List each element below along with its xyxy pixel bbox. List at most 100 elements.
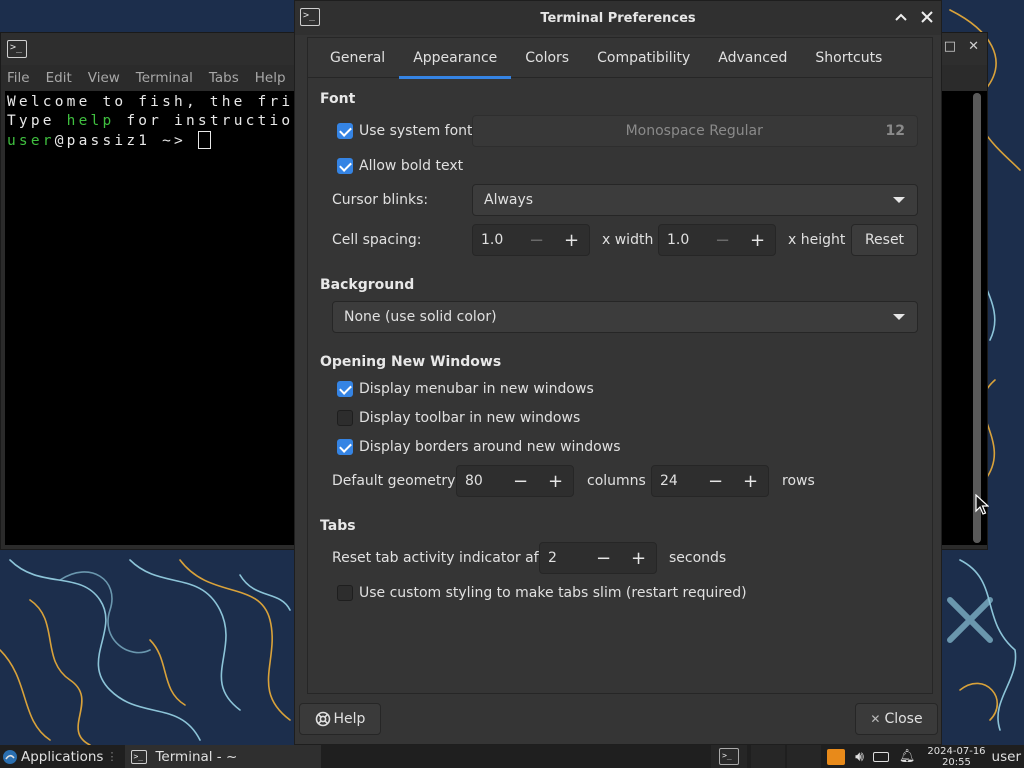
maximize-icon[interactable]: □ — [944, 39, 956, 54]
chevron-down-icon — [893, 314, 905, 320]
tab-shortcuts[interactable]: Shortcuts — [801, 38, 896, 78]
menubar-row[interactable]: Display menubar in new windows — [337, 381, 594, 397]
clock[interactable]: 2024-07-16 20:55 — [927, 746, 985, 768]
workspace-2[interactable] — [751, 745, 786, 768]
tabs-section-title: Tabs — [320, 518, 356, 534]
terminal-icon: >_ — [131, 749, 148, 764]
preferences-notebook: General Appearance Colors Compatibility … — [307, 37, 933, 694]
slim-tabs-row[interactable]: Use custom styling to make tabs slim (re… — [337, 585, 747, 601]
terminal-scrollbar[interactable] — [973, 93, 981, 543]
opening-section-title: Opening New Windows — [320, 354, 502, 370]
terminal-line-a: Type — [7, 113, 67, 129]
tab-general[interactable]: General — [316, 38, 399, 78]
minus-icon[interactable]: − — [586, 548, 621, 569]
toolbar-row[interactable]: Display toolbar in new windows — [337, 410, 580, 426]
tab-compatibility[interactable]: Compatibility — [583, 38, 704, 78]
toolbar-label: Display toolbar in new windows — [359, 410, 581, 426]
activity-timeout-value[interactable]: 2 — [540, 550, 586, 566]
slim-tabs-checkbox[interactable] — [337, 585, 353, 601]
chevron-down-icon — [893, 197, 905, 203]
terminal-line-c: for instructio — [114, 113, 294, 129]
minus-icon[interactable]: − — [705, 230, 740, 251]
menu-tabs[interactable]: Tabs — [209, 70, 239, 86]
dialog-titlebar[interactable]: >_ Terminal Preferences — [295, 1, 941, 35]
prompt-user: user — [7, 133, 55, 149]
borders-checkbox[interactable] — [337, 439, 353, 455]
close-x-icon: ✕ — [870, 712, 881, 726]
terminal-cursor — [197, 131, 211, 149]
minus-icon[interactable]: − — [698, 471, 733, 492]
reset-spacing-button[interactable]: Reset — [851, 224, 918, 256]
workspace-switcher[interactable]: >_ — [711, 745, 748, 768]
cell-height-spinner[interactable]: 1.0 − + — [658, 224, 776, 256]
menu-terminal[interactable]: Terminal — [136, 70, 193, 86]
background-value: None (use solid color) — [344, 309, 497, 325]
rows-value[interactable]: 24 — [652, 473, 698, 489]
font-section-title: Font — [320, 91, 356, 107]
plus-icon[interactable]: + — [740, 230, 775, 251]
update-notifier-icon[interactable] — [827, 748, 846, 765]
slim-tabs-label: Use custom styling to make tabs slim (re… — [359, 585, 747, 601]
columns-spinner[interactable]: 80 − + — [456, 465, 574, 497]
taskbar-terminal-task[interactable]: >_ Terminal - ~ — [125, 745, 322, 768]
minus-icon[interactable]: − — [503, 471, 538, 492]
volume-icon[interactable]: 🔊︎ — [855, 749, 864, 765]
columns-value[interactable]: 80 — [457, 473, 503, 489]
menubar-checkbox[interactable] — [337, 381, 353, 397]
allow-bold-row[interactable]: Allow bold text — [337, 158, 463, 174]
close-icon[interactable]: ✕ — [968, 39, 979, 54]
allow-bold-checkbox[interactable] — [337, 158, 353, 174]
borders-row[interactable]: Display borders around new windows — [337, 439, 621, 455]
font-size: 12 — [885, 123, 905, 139]
taskbar: Applications ⋮ >_ Terminal - ~ >_ 🔊︎ 🔔︎ … — [0, 745, 1024, 768]
rows-spinner[interactable]: 24 − + — [651, 465, 769, 497]
menubar-label: Display menubar in new windows — [359, 381, 594, 397]
chevron-up-icon[interactable] — [893, 7, 909, 27]
plus-icon[interactable]: + — [554, 230, 589, 251]
terminal-scrollbar-thumb[interactable] — [973, 93, 981, 543]
clock-time: 20:55 — [942, 756, 971, 768]
notification-bell-icon[interactable]: 🔔︎ — [899, 749, 916, 764]
help-button[interactable]: Help — [299, 703, 381, 735]
menu-help[interactable]: Help — [255, 70, 286, 86]
plus-icon[interactable]: + — [538, 471, 573, 492]
cell-width-value[interactable]: 1.0 — [473, 232, 519, 248]
menu-file[interactable]: File — [7, 70, 30, 86]
use-system-font-row[interactable]: Use system font — [337, 123, 473, 139]
tab-appearance[interactable]: Appearance — [399, 38, 512, 79]
minus-icon[interactable]: − — [519, 230, 554, 251]
battery-icon[interactable] — [872, 751, 889, 762]
menu-view[interactable]: View — [88, 70, 120, 86]
help-label: Help — [333, 711, 366, 727]
menu-edit[interactable]: Edit — [46, 70, 72, 86]
tab-colors[interactable]: Colors — [511, 38, 583, 78]
close-icon[interactable] — [919, 7, 935, 27]
cell-spacing-label: Cell spacing: — [332, 232, 422, 248]
reset-activity-label: Reset tab activity indicator after — [332, 550, 559, 566]
cell-height-value[interactable]: 1.0 — [659, 232, 705, 248]
allow-bold-label: Allow bold text — [359, 158, 464, 174]
tab-advanced[interactable]: Advanced — [704, 38, 801, 78]
cursor-blinks-value: Always — [484, 192, 534, 208]
close-button[interactable]: ✕ Close — [855, 703, 938, 735]
cell-width-spinner[interactable]: 1.0 − + — [472, 224, 590, 256]
font-chooser-button[interactable]: Monospace Regular 12 — [472, 115, 918, 147]
toolbar-checkbox[interactable] — [337, 410, 353, 426]
user-menu[interactable]: user — [992, 749, 1021, 765]
plus-icon[interactable]: + — [621, 548, 656, 569]
applications-menu-button[interactable]: Applications ⋮ — [0, 745, 121, 768]
tab-bar: General Appearance Colors Compatibility … — [308, 38, 932, 79]
cursor-blinks-dropdown[interactable]: Always — [472, 184, 918, 216]
workspace-3[interactable] — [787, 745, 822, 768]
plus-icon[interactable]: + — [733, 471, 768, 492]
applications-label: Applications — [21, 748, 104, 765]
preferences-dialog: >_ Terminal Preferences General Appearan… — [294, 0, 942, 745]
use-system-font-label: Use system font — [359, 123, 473, 139]
background-dropdown[interactable]: None (use solid color) — [332, 301, 918, 333]
x-height-label: x height — [788, 232, 846, 248]
use-system-font-checkbox[interactable] — [337, 123, 353, 139]
dialog-title: Terminal Preferences — [540, 10, 696, 26]
seconds-label: seconds — [669, 550, 727, 566]
terminal-icon: >_ — [7, 40, 27, 58]
activity-timeout-spinner[interactable]: 2 − + — [539, 542, 657, 574]
